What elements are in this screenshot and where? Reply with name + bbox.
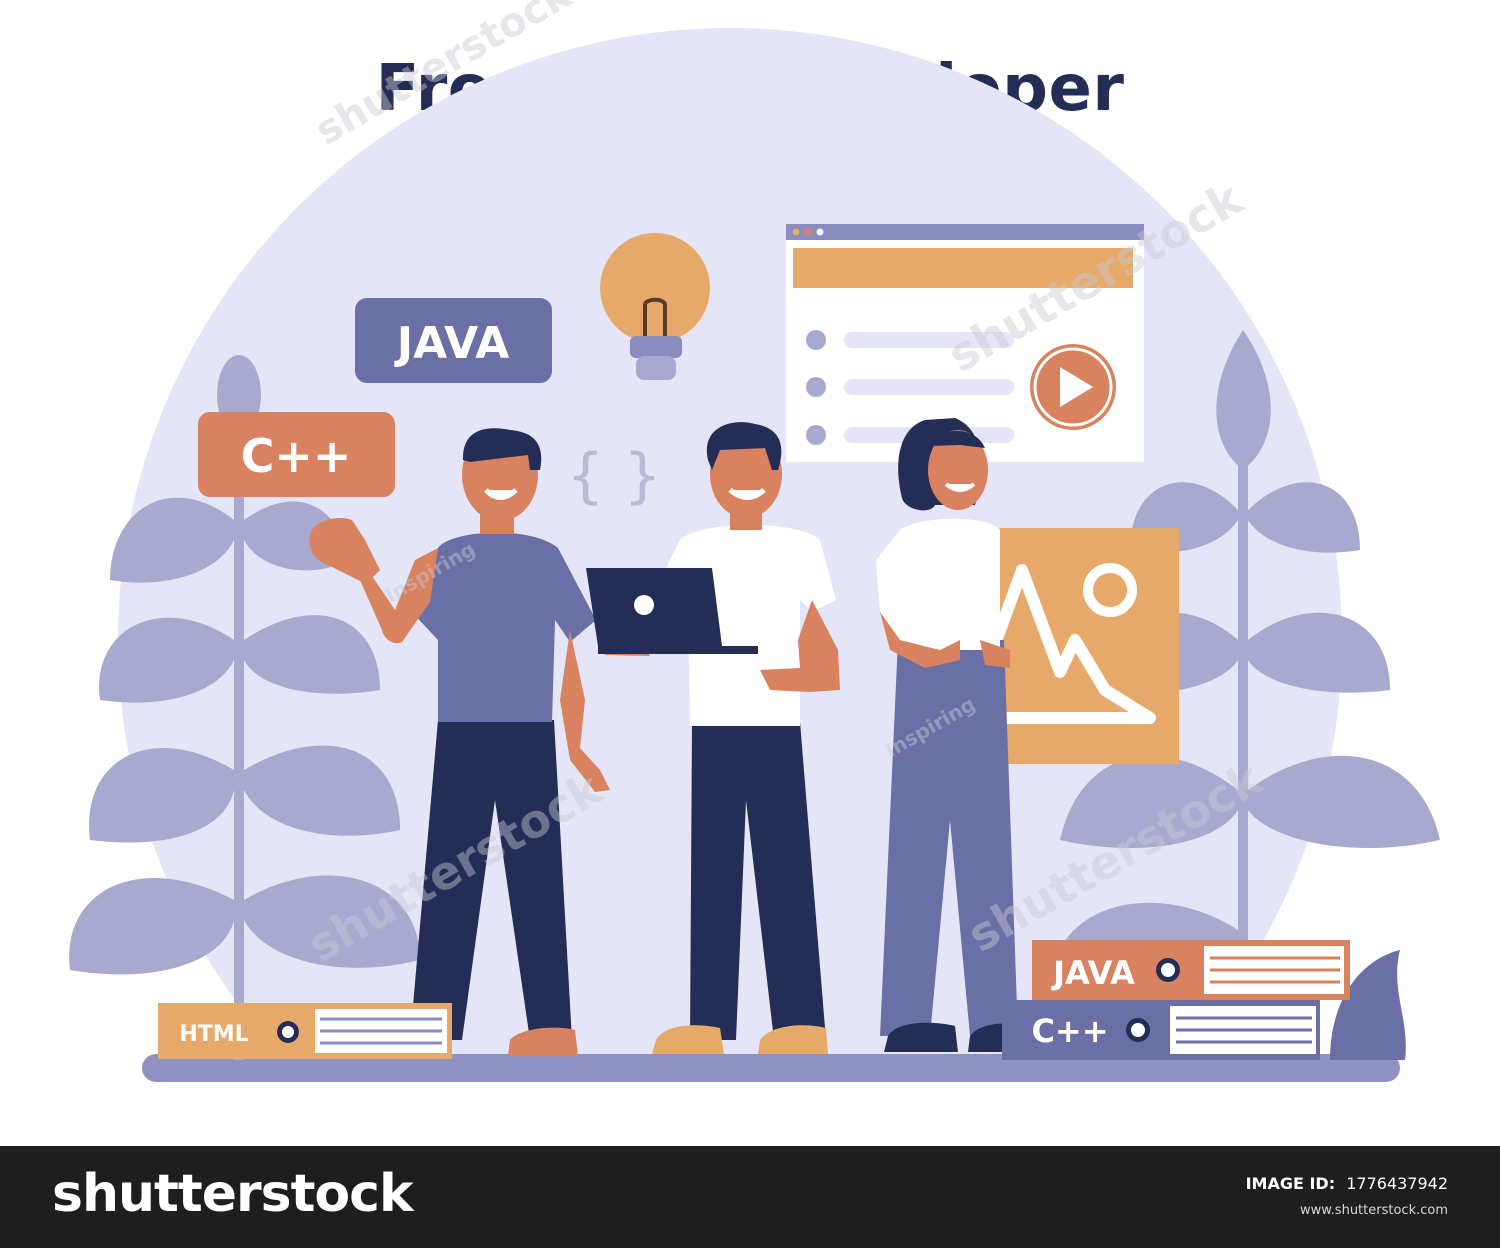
image-id-label: IMAGE ID: [1245, 1174, 1336, 1193]
image-id-value: 1776437942 [1346, 1174, 1448, 1193]
java-badge: JAVA [355, 298, 552, 383]
book-cpp-icon: C++ [1002, 1000, 1320, 1060]
book-html-icon: HTML [158, 1003, 452, 1059]
book-java-label: JAVA [1051, 954, 1135, 992]
book-cpp-label: C++ [1031, 1012, 1108, 1050]
site-url: www.shutterstock.com [1299, 1203, 1448, 1218]
cpp-badge: C++ [198, 412, 395, 497]
book-html-label: HTML [179, 1022, 248, 1047]
footer-bar: shutterstock IMAGE ID: 1776437942 www.sh… [0, 1146, 1500, 1248]
book-java-icon: JAVA [1032, 940, 1350, 1000]
cpp-badge-label: C++ [241, 429, 352, 483]
image-id-block: IMAGE ID: 1776437942 www.shutterstock.co… [1246, 1174, 1448, 1218]
illustration: JAVA C++ { } HTML JAVA C++ [0, 28, 1500, 1146]
java-badge-label: JAVA [394, 318, 510, 369]
code-braces-icon: { } [566, 441, 661, 511]
shutterstock-logo: shutterstock [52, 1164, 414, 1224]
